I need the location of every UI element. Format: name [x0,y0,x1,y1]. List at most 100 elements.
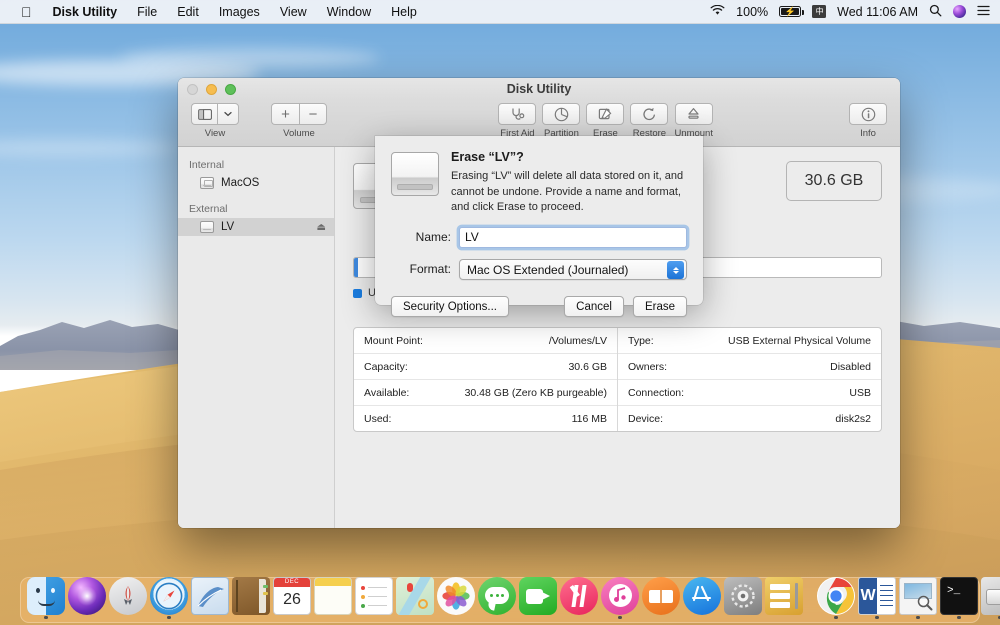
contacts-icon[interactable] [232,577,270,615]
mail-icon[interactable] [191,577,229,615]
internal-disk-icon [200,177,214,189]
search-icon[interactable] [929,4,942,20]
info-value: disk2s2 [835,413,871,425]
unmount-button-face[interactable] [675,103,713,125]
dock-item-launchpad[interactable] [109,577,147,620]
input-method-icon[interactable]: 中 [812,5,826,18]
name-input[interactable] [459,227,687,248]
dock-item-safari[interactable] [150,577,188,620]
notes-icon[interactable] [314,577,352,615]
eject-icon[interactable]: ⏏ [317,222,326,233]
toolbar-first-aid-button[interactable]: First Aid [495,103,539,139]
dock-item-facetime[interactable] [519,577,557,620]
dock-item-itunes[interactable] [601,577,639,620]
dock-item-system-preferences[interactable] [724,577,762,620]
dock-item-terminal[interactable]: >_ [940,577,978,620]
facetime-icon[interactable] [519,577,557,615]
dialog-buttons: Security Options... Cancel Erase [391,296,687,317]
running-indicator [659,616,663,620]
menu-item-edit[interactable]: Edit [167,0,209,24]
dock-item-preview[interactable] [899,577,937,620]
microsoft-word-icon[interactable]: W [858,577,896,615]
battery-charging-icon[interactable]: ⚡ [779,6,801,17]
toolbar-info-button[interactable]: Info [846,103,890,139]
menu-item-view[interactable]: View [270,0,317,24]
info-key: Connection: [628,387,684,399]
dock-item-finder[interactable] [27,577,65,620]
books-icon[interactable] [642,577,680,615]
siri-icon[interactable] [68,577,106,615]
control-center-icon[interactable] [977,5,990,19]
dock-item-messages[interactable] [478,577,516,620]
app-store-icon[interactable] [683,577,721,615]
disk-utility-icon[interactable] [981,577,1000,615]
running-indicator [290,616,294,620]
toolbar-partition-button[interactable]: Partition [539,103,583,139]
partition-button-face[interactable] [542,103,580,125]
messages-icon[interactable] [478,577,516,615]
menu-item-images[interactable]: Images [209,0,270,24]
news-icon[interactable] [560,577,598,615]
dock-item-books[interactable] [642,577,680,620]
menu-item-file[interactable]: File [127,0,167,24]
dock-item-contacts[interactable] [232,577,270,620]
preview-icon[interactable] [899,577,937,615]
maps-icon[interactable] [396,577,434,615]
view-dropdown-button[interactable] [217,103,239,125]
wifi-icon[interactable] [710,5,725,19]
menu-item-window[interactable]: Window [317,0,381,24]
menu-item-app[interactable]: Disk Utility [43,0,128,24]
itunes-icon[interactable] [601,577,639,615]
photos-icon[interactable] [437,577,475,615]
terminal-icon[interactable]: >_ [940,577,978,615]
clock-label[interactable]: Wed 11:06 AM [837,5,918,19]
dock-item-reminders[interactable] [355,577,393,620]
dock-item-chrome[interactable] [817,577,855,620]
cancel-button[interactable]: Cancel [564,296,624,317]
finder-icon[interactable] [27,577,65,615]
window-title-bar[interactable]: Disk Utility [178,78,900,100]
menu-item-help[interactable]: Help [381,0,427,24]
calendar-icon[interactable]: DEC 26 [273,577,311,615]
chrome-icon[interactable] [817,577,855,615]
volume-add-button[interactable]: + [271,103,299,125]
dock-item-microsoft-word[interactable]: W [858,577,896,620]
info-button-face[interactable] [849,103,887,125]
running-indicator [700,616,704,620]
dock-item-photos[interactable] [437,577,475,620]
erase-button-face[interactable] [586,103,624,125]
dock-item-mail[interactable] [191,577,229,620]
dock-item-calendar[interactable]: DEC 26 [273,577,311,620]
siri-icon[interactable] [953,5,966,18]
view-button[interactable] [191,103,217,125]
iwork-icon[interactable] [765,577,803,615]
security-options-button[interactable]: Security Options... [391,296,509,317]
dock-item-notes[interactable] [314,577,352,620]
launchpad-icon[interactable] [109,577,147,615]
info-key: Capacity: [364,361,408,373]
capacity-bar-used [354,258,358,277]
dock-item-disk-utility[interactable] [981,577,1000,620]
first-aid-button-face[interactable] [498,103,536,125]
apple-logo-icon[interactable]:  [10,0,43,24]
dock-item-news[interactable] [560,577,598,620]
restore-button-face[interactable] [630,103,668,125]
format-select[interactable]: Mac OS Extended (Journaled) [459,259,687,280]
stepper-icon[interactable] [667,261,684,279]
dock-item-iwork[interactable] [765,577,803,620]
toolbar-erase-button[interactable]: Erase [583,103,627,139]
toolbar-unmount-button[interactable]: Unmount [671,103,716,139]
volume-remove-button[interactable]: − [299,103,327,125]
dock-item-app-store[interactable] [683,577,721,620]
menu-bar-items:  Disk Utility File Edit Images View Win… [0,0,427,24]
dock-item-maps[interactable] [396,577,434,620]
safari-icon[interactable] [150,577,188,615]
toolbar-restore-button[interactable]: Restore [627,103,671,139]
sidebar-item-macos[interactable]: MacOS [178,174,334,192]
reminders-icon[interactable] [355,577,393,615]
system-preferences-icon[interactable] [724,577,762,615]
sidebar-item-lv[interactable]: LV ⏏ [178,218,334,236]
eject-icon [687,107,700,121]
dock-item-siri[interactable] [68,577,106,620]
erase-button[interactable]: Erase [633,296,687,317]
